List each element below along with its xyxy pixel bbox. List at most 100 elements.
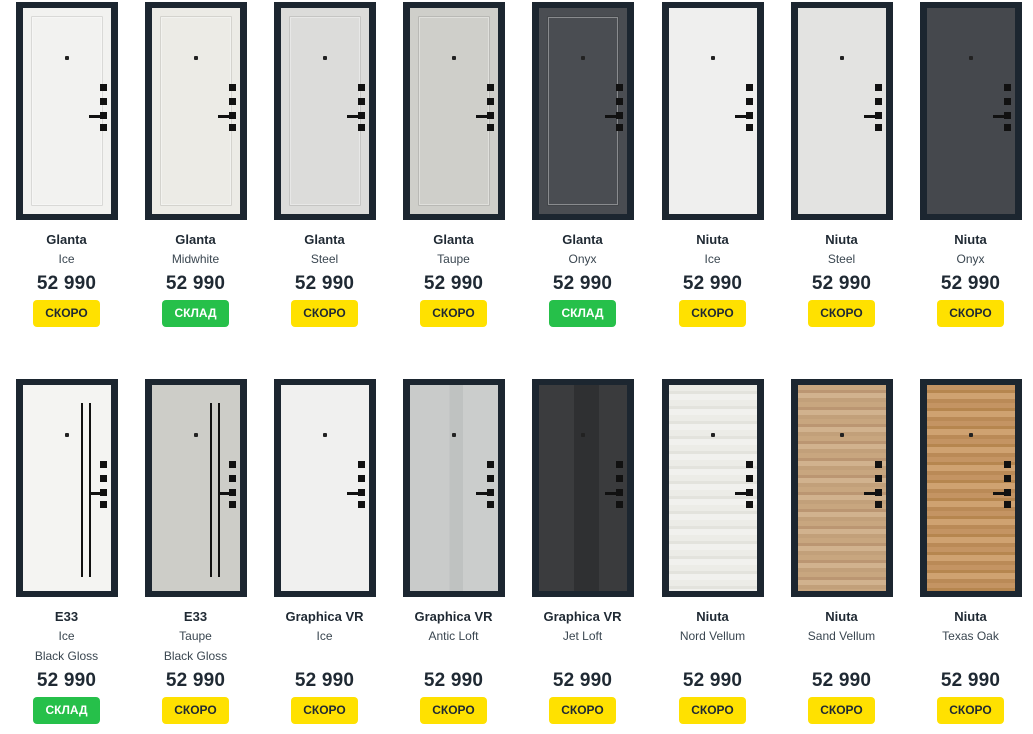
product-card[interactable]: Glanta Taupe 52 990 СКОРО: [389, 2, 518, 327]
lock-icon: [1003, 461, 1011, 468]
product-price: 52 990: [36, 273, 97, 294]
product-name[interactable]: Graphica VR: [518, 608, 647, 626]
product-name[interactable]: Glanta: [260, 231, 389, 249]
door-image[interactable]: [919, 2, 1022, 220]
product-name[interactable]: Graphica VR: [260, 608, 389, 626]
lock-icon: [486, 461, 494, 468]
product-card[interactable]: Graphica VR Jet Loft 52 990 СКОРО: [518, 379, 647, 724]
product-price: 52 990: [36, 670, 97, 691]
coming-soon-badge[interactable]: СКОРО: [420, 300, 487, 327]
coming-soon-badge[interactable]: СКОРО: [679, 300, 746, 327]
coming-soon-badge[interactable]: СКОРО: [291, 697, 358, 724]
product-price: 52 990: [294, 273, 355, 294]
product-name[interactable]: Glanta: [2, 231, 131, 249]
product-card[interactable]: E33 Taupe Black Gloss 52 990 СКОРО: [131, 379, 260, 724]
product-name[interactable]: Glanta: [389, 231, 518, 249]
door-image[interactable]: [790, 379, 893, 597]
in-stock-badge[interactable]: СКЛАД: [33, 697, 100, 724]
door-image[interactable]: [790, 2, 893, 220]
product-name[interactable]: Niuta: [906, 231, 1033, 249]
coming-soon-badge[interactable]: СКОРО: [679, 697, 746, 724]
coming-soon-badge[interactable]: СКОРО: [808, 697, 875, 724]
door-image[interactable]: [15, 2, 118, 220]
lock-icon: [486, 501, 494, 508]
peephole-icon: [451, 433, 456, 437]
product-card[interactable]: Glanta Ice 52 990 СКОРО: [2, 2, 131, 327]
door-image[interactable]: [144, 2, 247, 220]
door-leaf: [22, 385, 111, 591]
door-leaf: [409, 8, 498, 214]
lock-icon: [99, 475, 107, 482]
product-name[interactable]: Niuta: [906, 608, 1033, 626]
product-finish: Black Gloss: [163, 649, 228, 663]
door-image[interactable]: [661, 2, 764, 220]
door-image[interactable]: [273, 379, 376, 597]
door-image[interactable]: [144, 379, 247, 597]
product-name[interactable]: Glanta: [131, 231, 260, 249]
handle-icon: [863, 115, 878, 118]
product-price: 52 990: [811, 670, 872, 691]
product-finish: Onyx: [568, 252, 597, 266]
door-image[interactable]: [402, 2, 505, 220]
handle-icon: [217, 492, 232, 495]
product-name[interactable]: Niuta: [777, 231, 906, 249]
door-image[interactable]: [919, 379, 1022, 597]
coming-soon-badge[interactable]: СКОРО: [291, 300, 358, 327]
product-card[interactable]: Niuta Steel 52 990 СКОРО: [777, 2, 906, 327]
product-finish: Jet Loft: [562, 629, 603, 643]
handle-icon: [992, 115, 1007, 118]
lock-icon: [99, 98, 107, 105]
coming-soon-badge[interactable]: СКОРО: [808, 300, 875, 327]
product-name[interactable]: Graphica VR: [389, 608, 518, 626]
product-finish: Ice: [58, 629, 75, 643]
door-image[interactable]: [661, 379, 764, 597]
coming-soon-badge[interactable]: СКОРО: [162, 697, 229, 724]
product-card[interactable]: Graphica VR Antic Loft 52 990 СКОРО: [389, 379, 518, 724]
door-panel: [546, 16, 619, 206]
door-image[interactable]: [15, 379, 118, 597]
product-card[interactable]: Niuta Onyx 52 990 СКОРО: [906, 2, 1033, 327]
product-name[interactable]: E33: [2, 608, 131, 626]
coming-soon-badge[interactable]: СКОРО: [33, 300, 100, 327]
product-card[interactable]: E33 Ice Black Gloss 52 990 СКЛАД: [2, 379, 131, 724]
product-name[interactable]: Niuta: [648, 608, 777, 626]
lock-icon: [357, 124, 365, 131]
product-finish: Onyx: [956, 252, 985, 266]
product-card[interactable]: Niuta Sand Vellum 52 990 СКОРО: [777, 379, 906, 724]
product-name[interactable]: Glanta: [518, 231, 647, 249]
door-image[interactable]: [273, 2, 376, 220]
product-price: 52 990: [165, 670, 226, 691]
in-stock-badge[interactable]: СКЛАД: [549, 300, 616, 327]
product-name[interactable]: Niuta: [777, 608, 906, 626]
door-image[interactable]: [531, 379, 634, 597]
coming-soon-badge[interactable]: СКОРО: [549, 697, 616, 724]
product-card[interactable]: Glanta Steel 52 990 СКОРО: [260, 2, 389, 327]
coming-soon-badge[interactable]: СКОРО: [937, 300, 1004, 327]
product-finish: Steel: [310, 252, 339, 266]
product-finish: Black Gloss: [34, 649, 99, 663]
product-card[interactable]: Glanta Onyx 52 990 СКЛАД: [518, 2, 647, 327]
product-card[interactable]: Niuta Nord Vellum 52 990 СКОРО: [648, 379, 777, 724]
peephole-icon: [839, 56, 844, 60]
handle-icon: [88, 115, 103, 118]
in-stock-badge[interactable]: СКЛАД: [162, 300, 229, 327]
coming-soon-badge[interactable]: СКОРО: [937, 697, 1004, 724]
product-card[interactable]: Glanta Midwhite 52 990 СКЛАД: [131, 2, 260, 327]
product-name[interactable]: Niuta: [648, 231, 777, 249]
product-name[interactable]: E33: [131, 608, 260, 626]
product-card[interactable]: Graphica VR Ice 52 990 СКОРО: [260, 379, 389, 724]
lock-icon: [357, 461, 365, 468]
door-image[interactable]: [402, 379, 505, 597]
peephole-icon: [322, 433, 327, 437]
door-leaf: [797, 8, 886, 214]
product-card[interactable]: Niuta Texas Oak 52 990 СКОРО: [906, 379, 1033, 724]
door-panel: [417, 16, 490, 206]
product-price: 52 990: [423, 273, 484, 294]
handle-icon: [475, 492, 490, 495]
product-card[interactable]: Niuta Ice 52 990 СКОРО: [648, 2, 777, 327]
door-image[interactable]: [531, 2, 634, 220]
coming-soon-badge[interactable]: СКОРО: [420, 697, 487, 724]
peephole-icon: [968, 433, 973, 437]
